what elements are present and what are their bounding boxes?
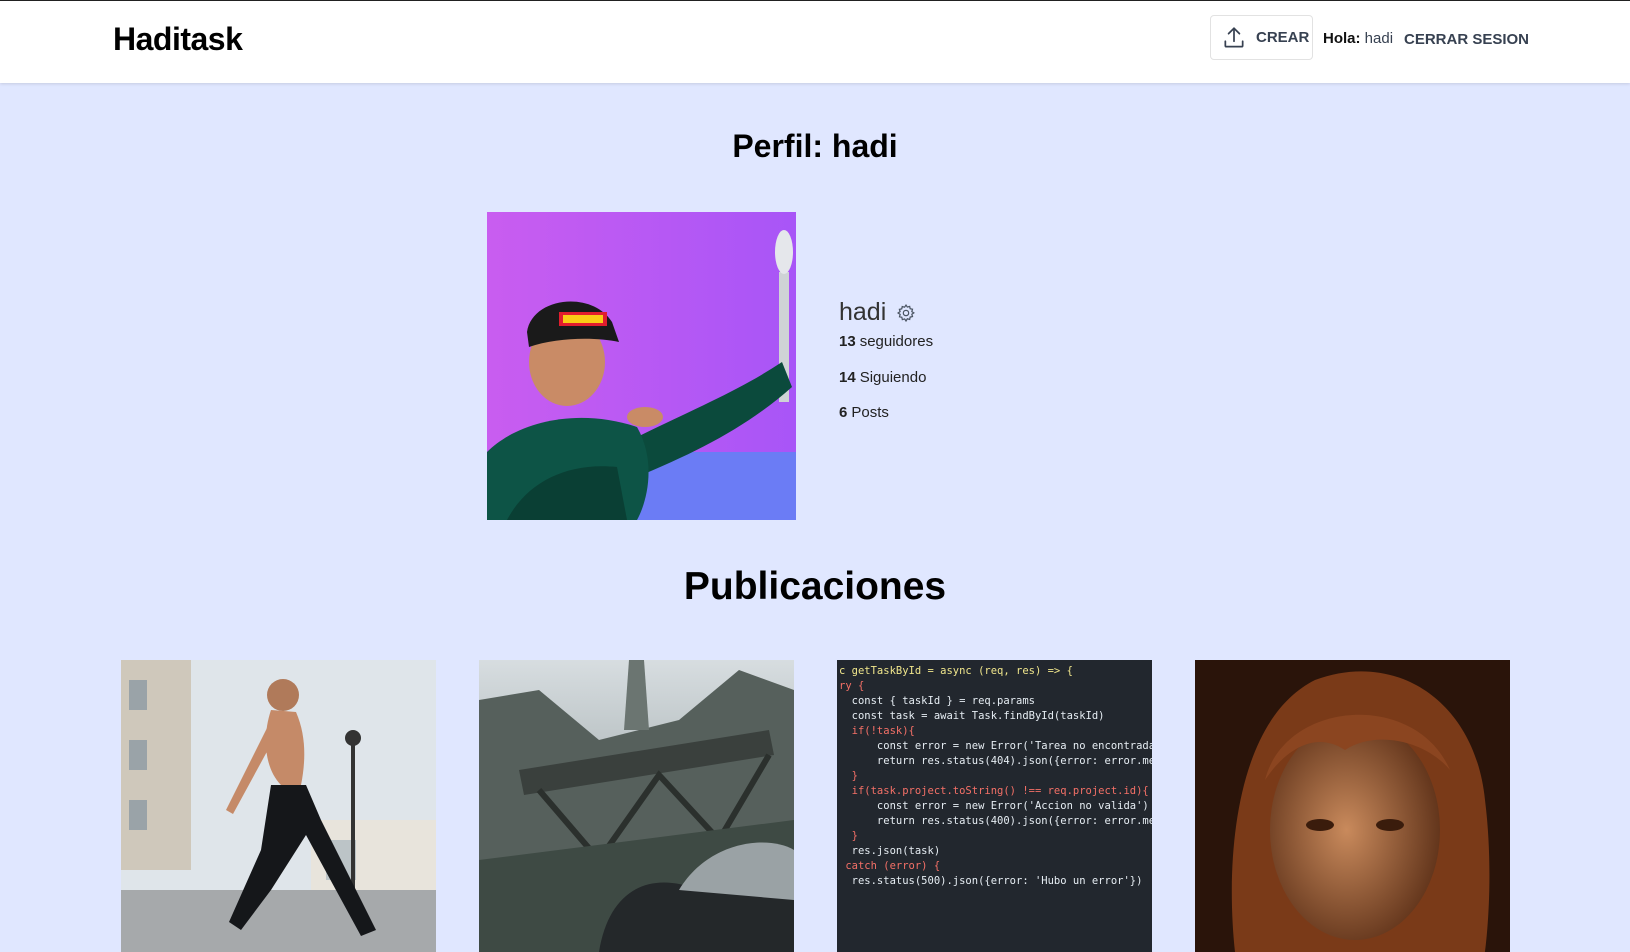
- top-navbar: Haditask CREAR Hola: hadi CERRAR SESION: [0, 1, 1630, 83]
- posts-stat: 6 Posts: [839, 404, 889, 421]
- code-line: res.json(task): [839, 845, 941, 857]
- post-thumbnail-2[interactable]: [479, 660, 794, 952]
- code-line: if(task.project.toString() !== req.proje…: [839, 785, 1149, 797]
- brand-logo[interactable]: Haditask: [113, 21, 243, 58]
- profile-username: hadi: [839, 298, 887, 326]
- post-thumbnail-1[interactable]: [121, 660, 436, 952]
- followers-stat[interactable]: 13 seguidores: [839, 333, 933, 350]
- create-button[interactable]: CREAR: [1210, 15, 1313, 60]
- posts-count: 6: [839, 404, 848, 421]
- post-thumbnail-3[interactable]: c getTaskById = async (req, res) => { ry …: [837, 660, 1152, 952]
- upload-icon: [1224, 26, 1244, 48]
- greeting-username: hadi: [1364, 30, 1394, 47]
- code-line: const error = new Error('Tarea no encont…: [839, 740, 1152, 752]
- followers-count: 13: [839, 333, 856, 350]
- profile-username-row: hadi: [839, 298, 916, 327]
- code-line: if(!task){: [839, 725, 915, 737]
- code-line: ry {: [839, 680, 865, 692]
- code-line: return res.status(404).json({error: erro…: [839, 755, 1152, 767]
- publications-title: Publicaciones: [683, 565, 947, 608]
- code-line: catch (error) {: [839, 860, 941, 872]
- code-line: }: [839, 770, 858, 782]
- code-line: const task = await Task.findById(taskId): [839, 710, 1105, 722]
- gear-icon[interactable]: [896, 303, 916, 323]
- code-line: res.status(500).json({error: 'Hubo un er…: [839, 875, 1143, 887]
- followers-label: seguidores: [859, 333, 934, 350]
- following-count: 14: [839, 369, 856, 386]
- profile-avatar: [487, 212, 796, 520]
- greeting-label: Hola:: [1323, 30, 1361, 47]
- code-line: c getTaskById = async (req, res) => {: [839, 665, 1073, 677]
- posts-label: Posts: [851, 404, 889, 421]
- code-line: }: [839, 830, 858, 842]
- code-line: const error = new Error('Accion no valid…: [839, 800, 1149, 812]
- create-button-label: CREAR: [1256, 29, 1310, 46]
- code-line: return res.status(400).json({error: erro…: [839, 815, 1152, 827]
- following-label: Siguiendo: [859, 369, 927, 386]
- greeting: Hola: hadi: [1323, 30, 1393, 47]
- profile-title: Perfil: hadi: [732, 128, 898, 164]
- logout-button[interactable]: CERRAR SESION: [1404, 31, 1529, 48]
- code-line: const { taskId } = req.params: [839, 695, 1035, 707]
- following-stat[interactable]: 14 Siguiendo: [839, 369, 926, 386]
- post-thumbnail-4[interactable]: [1195, 660, 1510, 952]
